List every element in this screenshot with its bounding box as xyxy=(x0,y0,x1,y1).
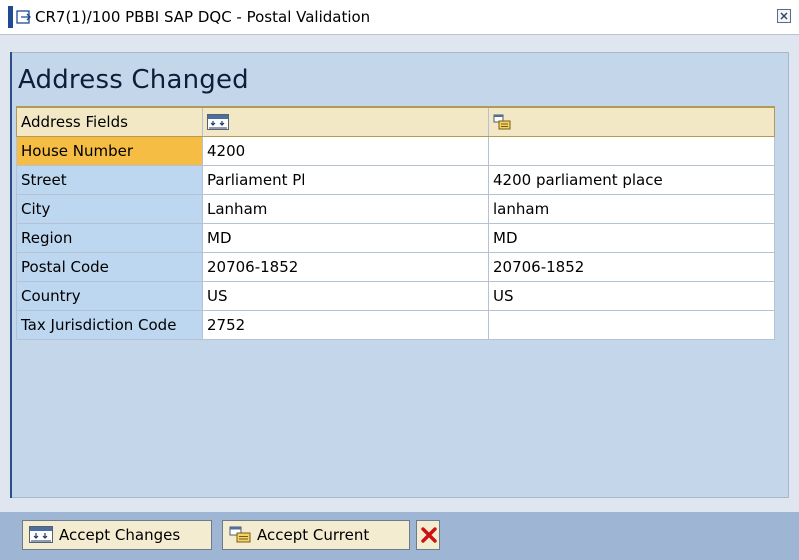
row-label-region[interactable]: Region xyxy=(16,222,203,253)
title-accent-bar xyxy=(8,6,13,28)
proposed-value-house-number[interactable]: 4200 xyxy=(202,135,489,166)
window-icon xyxy=(16,10,31,24)
accept-current-button[interactable]: Accept Current xyxy=(222,520,410,550)
close-icon xyxy=(780,12,788,20)
address-comparison-table: Address Fields House Number 4200 Street … xyxy=(16,106,775,340)
accept-changes-label: Accept Changes xyxy=(59,526,181,544)
table-row[interactable]: Region MD MD xyxy=(16,222,775,253)
table-row[interactable]: Tax Jurisdiction Code 2752 xyxy=(16,309,775,340)
accept-changes-icon xyxy=(207,114,229,131)
cancel-button[interactable] xyxy=(416,520,440,550)
row-label-country[interactable]: Country xyxy=(16,280,203,311)
column-header-proposed[interactable] xyxy=(202,106,489,137)
accept-current-icon xyxy=(493,114,511,130)
close-button[interactable] xyxy=(777,9,791,23)
proposed-value-street[interactable]: Parliament Pl xyxy=(202,164,489,195)
current-value-street[interactable]: 4200 parliament place xyxy=(488,164,775,195)
proposed-value-country[interactable]: US xyxy=(202,280,489,311)
row-label-tax-jurisdiction-code[interactable]: Tax Jurisdiction Code xyxy=(16,309,203,340)
current-value-tax-jurisdiction-code[interactable] xyxy=(488,309,775,340)
table-row[interactable]: Country US US xyxy=(16,280,775,311)
current-value-house-number[interactable] xyxy=(488,135,775,166)
table-row[interactable]: House Number 4200 xyxy=(16,135,775,166)
proposed-value-city[interactable]: Lanham xyxy=(202,193,489,224)
current-value-region[interactable]: MD xyxy=(488,222,775,253)
row-label-city[interactable]: City xyxy=(16,193,203,224)
current-value-country[interactable]: US xyxy=(488,280,775,311)
page-title: Address Changed xyxy=(18,65,249,95)
title-bar: CR7(1)/100 PBBI SAP DQC - Postal Validat… xyxy=(0,0,799,35)
accept-changes-icon xyxy=(29,526,53,543)
table-row[interactable]: Street Parliament Pl 4200 parliament pla… xyxy=(16,164,775,195)
table-row[interactable]: City Lanham lanham xyxy=(16,193,775,224)
column-header-address-fields[interactable]: Address Fields xyxy=(16,106,203,137)
current-value-postal-code[interactable]: 20706-1852 xyxy=(488,251,775,282)
table-header-row: Address Fields xyxy=(16,106,775,137)
column-header-current[interactable] xyxy=(488,106,775,137)
cancel-x-icon xyxy=(421,527,437,543)
proposed-value-postal-code[interactable]: 20706-1852 xyxy=(202,251,489,282)
row-label-house-number[interactable]: House Number xyxy=(16,135,203,166)
proposed-value-tax-jurisdiction-code[interactable]: 2752 xyxy=(202,309,489,340)
proposed-value-region[interactable]: MD xyxy=(202,222,489,253)
window-title: CR7(1)/100 PBBI SAP DQC - Postal Validat… xyxy=(35,8,371,26)
accept-changes-button[interactable]: Accept Changes xyxy=(22,520,212,550)
current-value-city[interactable]: lanham xyxy=(488,193,775,224)
accept-current-label: Accept Current xyxy=(257,526,370,544)
accept-current-icon xyxy=(229,526,251,543)
panel-left-border xyxy=(10,52,12,498)
row-label-street[interactable]: Street xyxy=(16,164,203,195)
table-row[interactable]: Postal Code 20706-1852 20706-1852 xyxy=(16,251,775,282)
row-label-postal-code[interactable]: Postal Code xyxy=(16,251,203,282)
